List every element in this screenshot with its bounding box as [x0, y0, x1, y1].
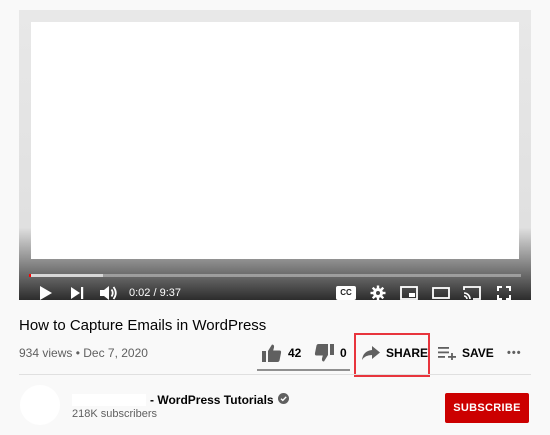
- progress-buffered: [29, 274, 103, 277]
- channel-avatar[interactable]: [20, 385, 60, 425]
- fullscreen-icon: [497, 286, 511, 300]
- dislike-button[interactable]: 0: [314, 342, 347, 364]
- like-count: 42: [288, 346, 302, 360]
- volume-button[interactable]: [97, 282, 121, 304]
- progress-bar[interactable]: [29, 274, 521, 277]
- theater-button[interactable]: [430, 282, 452, 304]
- subscribe-button[interactable]: SUBSCRIBE: [445, 393, 529, 423]
- settings-icon: [370, 285, 386, 301]
- thumbs-down-icon: [314, 344, 334, 362]
- play-icon: [39, 285, 53, 301]
- save-label: SAVE: [462, 346, 494, 360]
- next-button[interactable]: [66, 282, 88, 304]
- channel-name-text: - WordPress Tutorials: [150, 393, 274, 407]
- video-title: How to Capture Emails in WordPress: [19, 317, 267, 334]
- thumbs-up-icon: [262, 344, 282, 362]
- sentiment-bar: [257, 369, 350, 371]
- verified-icon: [277, 393, 289, 407]
- share-highlight-box: [354, 333, 430, 377]
- theater-icon: [432, 287, 450, 299]
- video-player[interactable]: 0:02 / 9:37 CC: [19, 10, 531, 301]
- volume-icon: [99, 285, 119, 301]
- cast-button[interactable]: [461, 282, 483, 304]
- more-actions-button[interactable]: •••: [507, 342, 522, 364]
- dislike-count: 0: [340, 346, 347, 360]
- like-button[interactable]: 42: [262, 342, 301, 364]
- next-icon: [70, 286, 84, 300]
- video-meta: 934 views • Dec 7, 2020: [19, 346, 148, 360]
- play-button[interactable]: [35, 282, 57, 304]
- more-icon: •••: [507, 347, 522, 359]
- fullscreen-button[interactable]: [493, 282, 515, 304]
- cast-icon: [463, 286, 481, 300]
- save-button[interactable]: SAVE: [438, 342, 494, 364]
- progress-played: [29, 274, 31, 277]
- subscriber-count: 218K subscribers: [72, 408, 157, 420]
- playlist-add-icon: [438, 346, 456, 360]
- captions-icon: CC: [336, 286, 356, 300]
- settings-button[interactable]: [367, 282, 389, 304]
- captions-button[interactable]: CC: [335, 282, 357, 304]
- divider: [19, 374, 531, 375]
- channel-name[interactable]: - WordPress Tutorials: [72, 393, 289, 407]
- miniplayer-icon: [400, 286, 418, 300]
- redacted-name: [72, 394, 146, 406]
- video-frame[interactable]: [31, 22, 519, 259]
- miniplayer-button[interactable]: [398, 282, 420, 304]
- time-display: 0:02 / 9:37: [129, 287, 181, 299]
